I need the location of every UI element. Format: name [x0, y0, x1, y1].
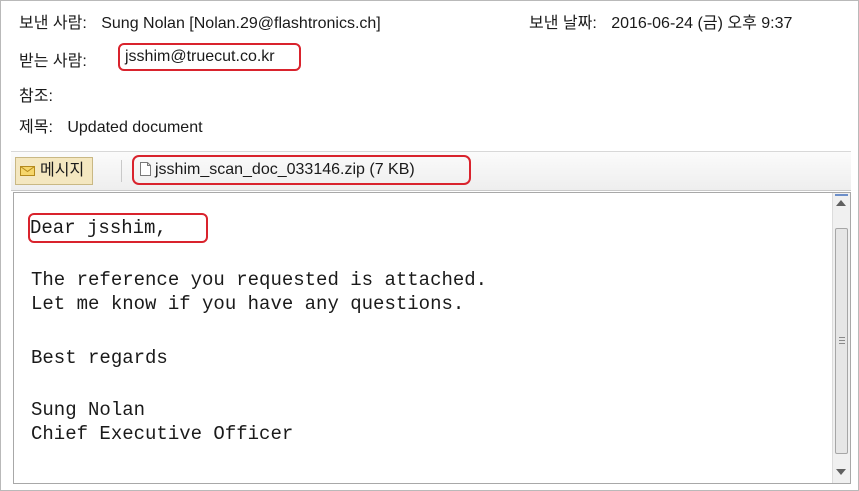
- tab-message-label: 메시지: [40, 162, 85, 179]
- subject-value: Updated document: [67, 119, 203, 136]
- to-value[interactable]: jsshim@truecut.co.kr: [118, 43, 301, 71]
- to-label: 받는 사람:: [19, 53, 87, 70]
- cc-label: 참조:: [19, 88, 53, 105]
- signature-name: Sung Nolan: [31, 399, 146, 421]
- date-row: 보낸 날짜: 2016-06-24 (금) 오후 9:37: [529, 12, 792, 36]
- vertical-scrollbar[interactable]: [832, 193, 850, 483]
- envelope-icon: [20, 165, 35, 176]
- body-line-2: Let me know if you have any questions.: [31, 293, 465, 315]
- subject-row: 제목: Updated document: [19, 116, 203, 140]
- cc-row: 참조:: [19, 85, 53, 109]
- from-value[interactable]: Sung Nolan [Nolan.29@flashtronics.ch]: [101, 12, 381, 36]
- from-label: 보낸 사람:: [19, 15, 87, 32]
- scroll-up-arrow-icon[interactable]: [836, 200, 846, 206]
- attachment-bar: 메시지 jsshim_scan_doc_033146.zip (7 KB): [11, 151, 851, 191]
- scroll-down-arrow-icon[interactable]: [836, 469, 846, 475]
- to-row: 받는 사람:: [19, 50, 87, 74]
- scrollbar-top-accent: [835, 194, 848, 196]
- signature-title: Chief Executive Officer: [31, 423, 294, 445]
- body-regards: Best regards: [31, 347, 168, 369]
- thumb-grip-icon: [839, 337, 845, 344]
- body-greeting: Dear jsshim,: [30, 217, 167, 239]
- message-body[interactable]: Dear jsshim, The reference you requested…: [13, 192, 851, 484]
- attachment-filename: jsshim_scan_doc_033146.zip (7 KB): [155, 161, 415, 178]
- attachment-tab[interactable]: jsshim_scan_doc_033146.zip (7 KB): [132, 155, 471, 185]
- subject-label: 제목:: [19, 119, 53, 136]
- date-label: 보낸 날짜:: [529, 15, 597, 32]
- tab-separator: [121, 160, 122, 182]
- from-row: 보낸 사람: Sung Nolan [Nolan.29@flashtronics…: [19, 12, 381, 36]
- email-window: 보낸 사람: Sung Nolan [Nolan.29@flashtronics…: [0, 0, 859, 491]
- scroll-thumb[interactable]: [835, 228, 848, 454]
- date-value: 2016-06-24 (금) 오후 9:37: [611, 15, 793, 32]
- tab-message[interactable]: 메시지: [15, 157, 94, 185]
- body-line-1: The reference you requested is attached.: [31, 269, 488, 291]
- document-icon: [140, 162, 151, 176]
